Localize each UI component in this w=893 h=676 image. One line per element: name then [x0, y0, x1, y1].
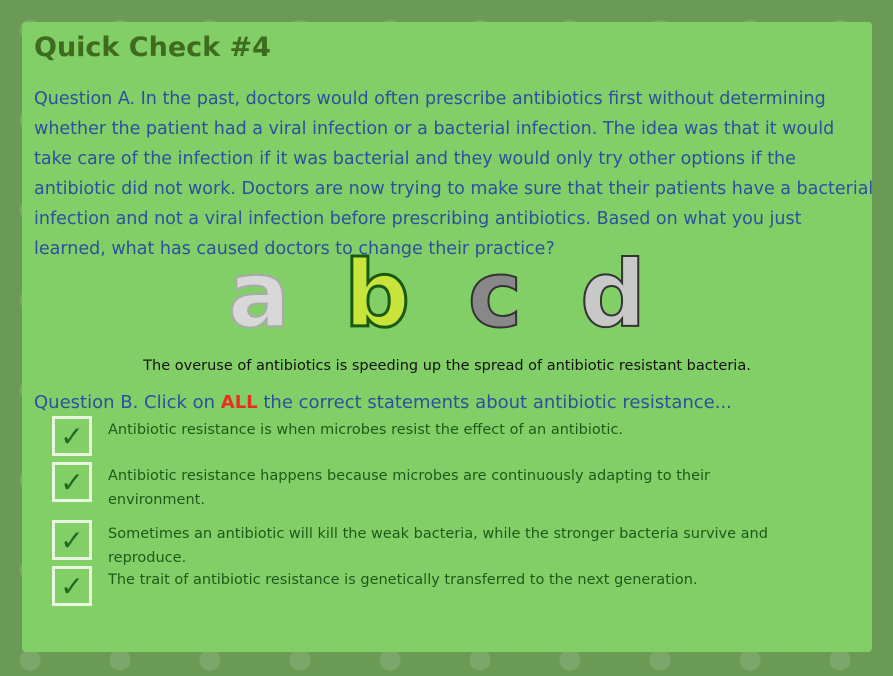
- answer-feedback: The overuse of antibiotics is speeding u…: [143, 358, 751, 374]
- choice-b-button[interactable]: b: [338, 247, 416, 342]
- choice-d-button[interactable]: d: [574, 248, 652, 342]
- checkmark-icon: ✓: [60, 419, 84, 453]
- checkmark-icon: ✓: [60, 523, 84, 557]
- quiz-panel: Quick Check #4 Question A. In the past, …: [22, 22, 874, 652]
- question-b-prefix: Question B. Click on: [34, 392, 221, 413]
- checkbox[interactable]: ✓: [52, 520, 92, 560]
- statement-text: Antibiotic resistance happens because mi…: [108, 468, 710, 508]
- checkbox[interactable]: ✓: [52, 416, 92, 456]
- checkmark-icon: ✓: [60, 465, 84, 499]
- page-title: Quick Check #4: [34, 32, 271, 63]
- statement-option[interactable]: ✓ The trait of antibiotic resistance is …: [52, 566, 808, 606]
- checkmark-icon: ✓: [60, 569, 84, 603]
- statement-option[interactable]: ✓ Antibiotic resistance is when microbes…: [52, 416, 808, 456]
- statement-option[interactable]: ✓ Sometimes an antibiotic will kill the …: [52, 520, 808, 570]
- choice-c-button[interactable]: c: [456, 248, 534, 342]
- checkbox[interactable]: ✓: [52, 566, 92, 606]
- question-b-suffix: the correct statements about antibiotic …: [257, 392, 732, 413]
- answer-choices: a b c d: [220, 247, 652, 342]
- question-a-text: Question A. In the past, doctors would o…: [34, 89, 874, 259]
- statement-text: Sometimes an antibiotic will kill the we…: [108, 526, 768, 566]
- checkbox[interactable]: ✓: [52, 462, 92, 502]
- question-b-text: Question B. Click on ALL the correct sta…: [34, 392, 732, 413]
- choice-a-button[interactable]: a: [220, 248, 298, 342]
- statement-option[interactable]: ✓ Antibiotic resistance happens because …: [52, 462, 808, 512]
- statement-text: Antibiotic resistance is when microbes r…: [108, 422, 624, 438]
- statement-text: The trait of antibiotic resistance is ge…: [108, 572, 698, 588]
- question-b-emphasis: ALL: [220, 392, 258, 413]
